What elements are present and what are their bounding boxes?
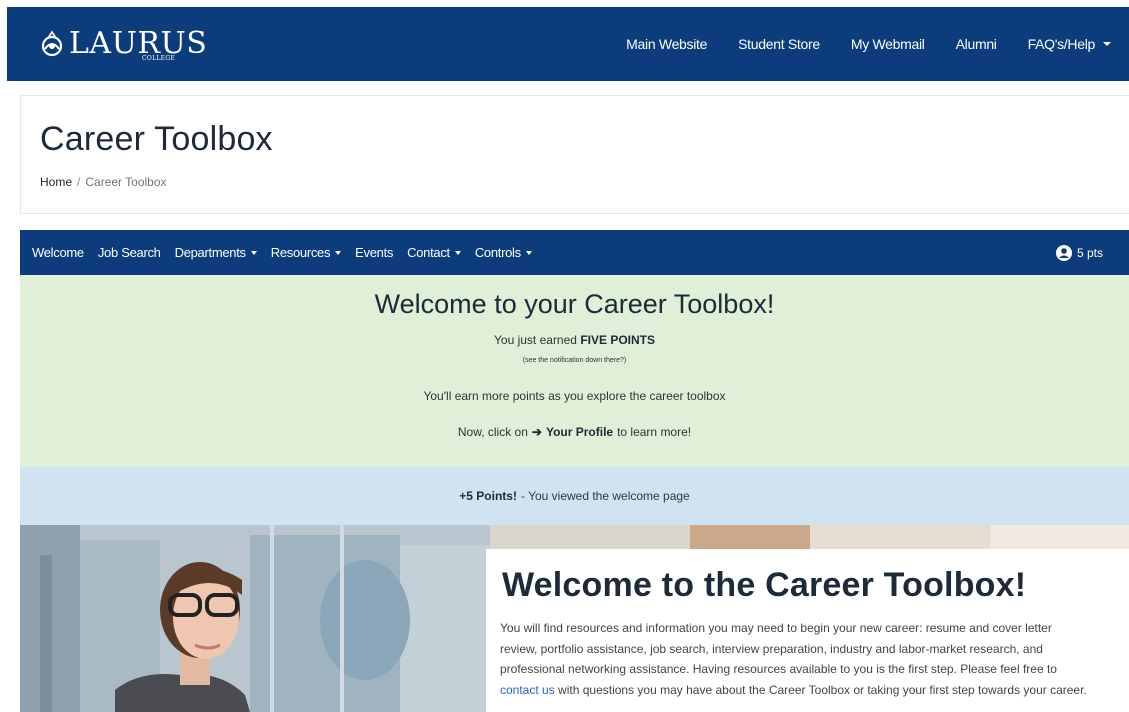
earned-prefix: You just earned [494, 333, 577, 347]
subnav-contact-dropdown[interactable]: Contact [407, 245, 461, 260]
caret-down-icon [1103, 42, 1111, 46]
welcome-alert: Welcome to your Career Toolbox! You just… [20, 275, 1129, 467]
hero-title: Welcome to the Career Toolbox! [502, 566, 1027, 604]
career-toolbox-nav: Welcome Job Search Departments Resources… [20, 230, 1129, 275]
caret-down-icon [250, 250, 257, 255]
nav-label: Alumni [955, 36, 997, 52]
top-nav-links: Main Website Student Store My Webmail Al… [595, 36, 1111, 52]
subnav-controls-dropdown[interactable]: Controls [475, 245, 532, 260]
caret-down-icon [454, 250, 461, 255]
caret-down-icon [335, 250, 342, 255]
brand-subtitle: COLLEGE [142, 55, 176, 62]
nav-student-store[interactable]: Student Store [738, 36, 820, 52]
nav-faqs-help-dropdown[interactable]: FAQ's/Help [1028, 36, 1111, 52]
subnav-departments-dropdown[interactable]: Departments [175, 245, 257, 260]
top-navbar: LAURUS COLLEGE Main Website Student Stor… [7, 7, 1129, 81]
notification-text: - You viewed the welcome page [520, 489, 690, 503]
hero-content-card: Welcome to the Career Toolbox! You will … [486, 549, 1129, 712]
contact-us-link[interactable]: contact us [500, 683, 555, 697]
arrow-right-icon: ➔ [531, 425, 542, 439]
nav-label: Student Store [738, 36, 820, 52]
nav-main-website[interactable]: Main Website [626, 36, 707, 52]
subnav-label: Contact [407, 245, 450, 260]
hero-banner: Welcome to the Career Toolbox! You will … [20, 525, 1129, 712]
page-title: Career Toolbox [40, 120, 273, 158]
profile-prefix: Now, click on [457, 425, 528, 439]
subnav-welcome[interactable]: Welcome [32, 245, 84, 260]
user-circle-icon [1055, 244, 1072, 261]
hero-text-before: You will find resources and information … [500, 621, 1057, 676]
subnav-job-search[interactable]: Job Search [98, 245, 161, 260]
points-indicator[interactable]: 5 pts [1055, 244, 1103, 261]
subnav-label: Events [355, 245, 394, 260]
your-profile-link[interactable]: Your Profile [546, 425, 613, 439]
earned-bold: FIVE POINTS [580, 333, 655, 347]
notification-bold: +5 Points! [459, 489, 517, 503]
hero-description: You will find resources and information … [500, 618, 1090, 700]
subnav-label: Welcome [32, 245, 84, 260]
page-header-card: Career Toolbox Home / Career Toolbox [20, 95, 1129, 214]
explore-text: You'll earn more points as you explore t… [423, 389, 726, 403]
brand-logo[interactable]: LAURUS COLLEGE [37, 7, 207, 81]
subnav-label: Job Search [97, 245, 161, 260]
breadcrumb: Home / Career Toolbox [40, 175, 167, 189]
points-notification: +5 Points! - You viewed the welcome page [20, 467, 1129, 525]
nav-label: My Webmail [850, 36, 925, 52]
subnav-label: Controls [474, 245, 521, 260]
laurel-crest-icon [41, 30, 63, 57]
breadcrumb-current: Career Toolbox [85, 175, 167, 189]
subnav-events[interactable]: Events [355, 245, 393, 260]
nav-alumni[interactable]: Alumni [956, 36, 997, 52]
welcome-heading: Welcome to your Career Toolbox! [374, 289, 775, 319]
caret-down-icon [525, 250, 532, 255]
brand-name: LAURUS [69, 26, 208, 61]
hero-text-after: with questions you may have about the Ca… [558, 682, 1087, 697]
nav-my-webmail[interactable]: My Webmail [851, 36, 925, 52]
breadcrumb-separator: / [77, 175, 81, 189]
profile-prompt: Now, click on ➔ Your Profile to learn mo… [20, 425, 1129, 439]
subnav-label: Departments [174, 245, 246, 260]
profile-suffix: to learn more! [617, 425, 692, 439]
notification-note: (see the notification down there?) [522, 357, 627, 364]
subnav-label: Resources [270, 245, 331, 260]
points-value: 5 pts [1076, 245, 1103, 260]
nav-label: Main Website [626, 36, 708, 52]
nav-label: FAQ's/Help [1027, 36, 1096, 52]
breadcrumb-home-link[interactable]: Home [40, 175, 72, 189]
subnav-resources-dropdown[interactable]: Resources [270, 245, 342, 260]
earned-points-text: You just earned FIVE POINTS [20, 333, 1129, 347]
